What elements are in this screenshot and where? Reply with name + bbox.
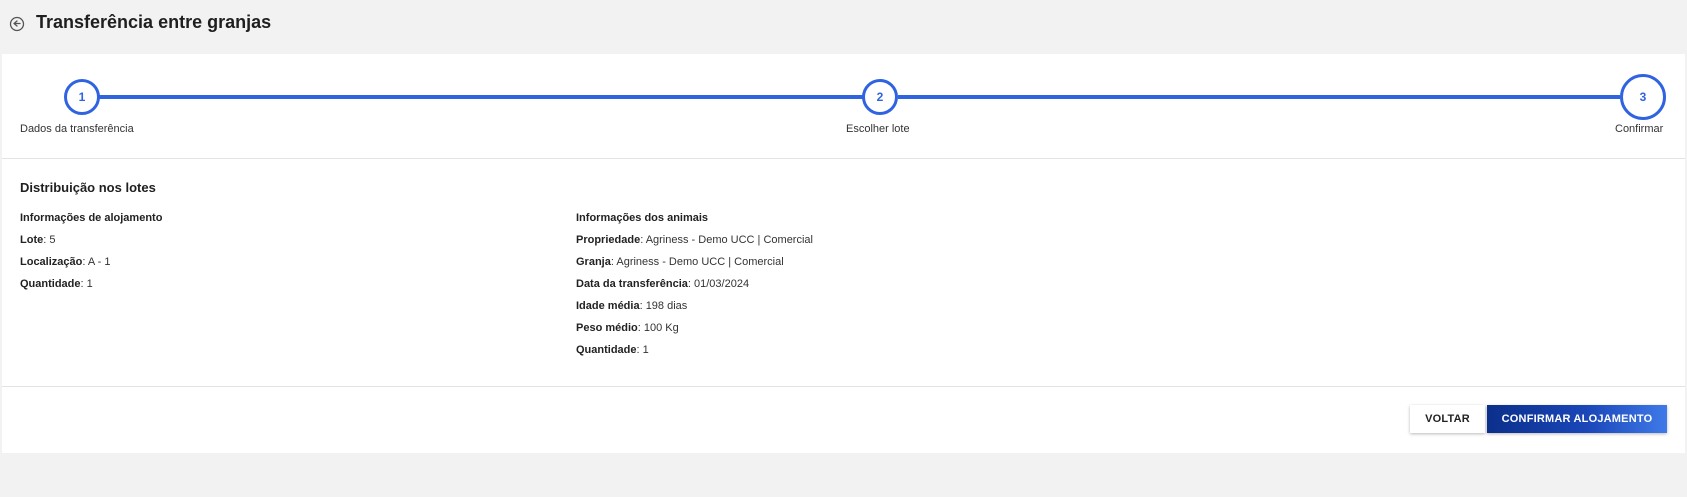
animals-row-propriedade: Propriedade: Agriness - Demo UCC | Comer… <box>576 234 813 246</box>
housing-row-quantidade: Quantidade: 1 <box>20 278 93 290</box>
step-2-label: Escolher lote <box>846 123 910 135</box>
animals-row-granja: Granja: Agriness - Demo UCC | Comercial <box>576 256 784 268</box>
housing-row-lote: Lote: 5 <box>20 234 56 246</box>
confirm-housing-button[interactable]: CONFIRMAR ALOJAMENTO <box>1487 405 1667 433</box>
back-button[interactable]: VOLTAR <box>1410 405 1485 433</box>
top-bar: Transferência entre granjas <box>0 0 1687 54</box>
animals-info: Informações dos animais Propriedade: Agr… <box>576 210 813 364</box>
animals-row-peso-medio: Peso médio: 100 Kg <box>576 322 679 334</box>
step-1-circle[interactable]: 1 <box>64 79 100 115</box>
step-connector-2-3 <box>898 95 1620 99</box>
distribution-section: Distribuição nos lotes Informações de al… <box>2 159 1685 387</box>
step-2-circle[interactable]: 2 <box>862 79 898 115</box>
housing-row-localizacao: Localização: A - 1 <box>20 256 111 268</box>
transfer-card: 1 Dados da transferência 2 Escolher lote… <box>2 54 1685 453</box>
step-3-label: Confirmar <box>1615 123 1664 135</box>
animals-heading: Informações dos animais <box>576 212 709 224</box>
back-arrow-circle-icon[interactable] <box>8 15 26 33</box>
step-1-label: Dados da transferência <box>20 123 134 135</box>
section-title: Distribuição nos lotes <box>20 180 156 195</box>
page-title: Transferência entre granjas <box>36 12 272 32</box>
animals-row-idade-media: Idade média: 198 dias <box>576 300 688 312</box>
housing-heading: Informações de alojamento <box>20 212 163 224</box>
animals-row-data-transferencia: Data da transferência: 01/03/2024 <box>576 278 750 290</box>
step-3-circle[interactable]: 3 <box>1620 74 1666 120</box>
stepper: 1 Dados da transferência 2 Escolher lote… <box>2 54 1685 159</box>
step-connector-1-2 <box>98 95 866 99</box>
housing-info: Informações de alojamento Lote: 5 Locali… <box>20 210 162 298</box>
animals-row-quantidade: Quantidade: 1 <box>576 344 649 356</box>
action-footer: VOLTAR CONFIRMAR ALOJAMENTO <box>2 387 1685 453</box>
